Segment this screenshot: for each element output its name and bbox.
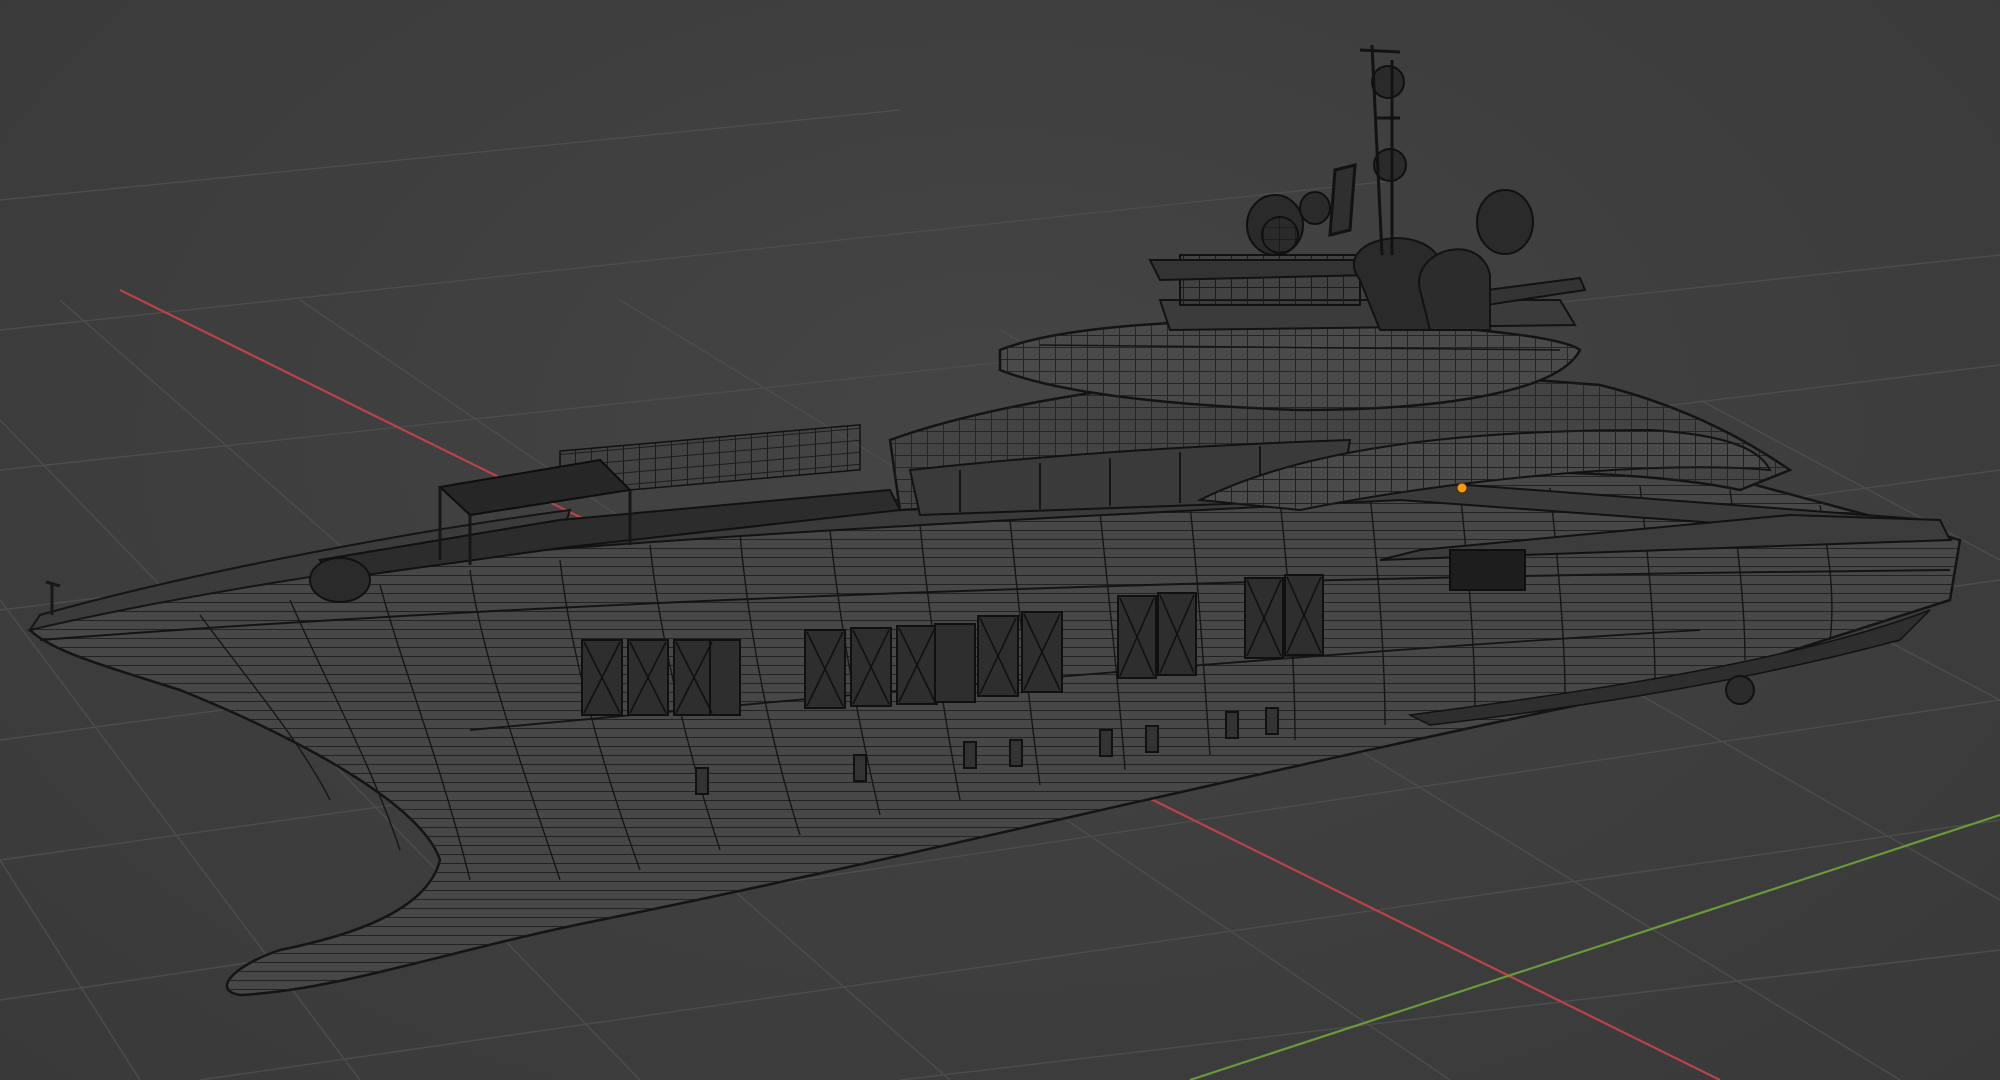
y-axis-line <box>1189 813 2000 1080</box>
yacht-model[interactable] <box>27 44 1962 997</box>
bimini-top <box>437 458 633 517</box>
3d-viewport[interactable] <box>0 0 2000 1080</box>
object-origin <box>1456 482 1468 494</box>
propeller <box>1725 675 1755 705</box>
radar-arch <box>1148 237 1587 332</box>
radomes <box>1246 65 1534 256</box>
viewport-canvas[interactable] <box>0 0 2000 1080</box>
